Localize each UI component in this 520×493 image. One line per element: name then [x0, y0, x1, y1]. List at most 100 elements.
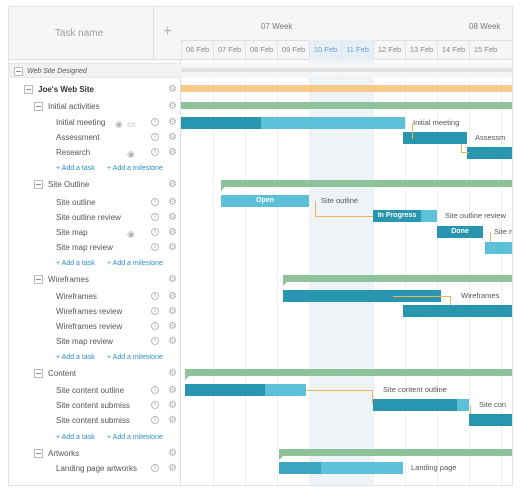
collapse-toggle-icon[interactable] — [34, 102, 43, 111]
grid-row-initial-meeting[interactable]: Initial meeting ◉ ▭ i ⚙ — [9, 115, 181, 130]
grid-row-landing-page-artworks[interactable]: Landing page artworks i ⚙ — [9, 461, 181, 476]
gear-icon[interactable]: ⚙ — [168, 197, 177, 208]
task-bar-initial-meeting[interactable] — [181, 117, 405, 129]
add-milestone-link[interactable]: + Add a milestone — [107, 161, 163, 176]
collapse-toggle-icon[interactable] — [34, 369, 43, 378]
gear-icon[interactable]: ⚙ — [168, 101, 177, 112]
grid-row-assessment[interactable]: Assessment i ⚙ — [9, 130, 181, 145]
gear-icon[interactable]: ⚙ — [168, 227, 177, 238]
info-icon[interactable]: i — [151, 322, 159, 330]
grid-row-site-map-review-2[interactable]: Site map review i ⚙ — [9, 334, 181, 349]
gear-icon[interactable]: ⚙ — [168, 84, 177, 95]
info-icon[interactable]: i — [151, 243, 159, 251]
info-icon[interactable]: i — [151, 118, 159, 126]
info-icon[interactable]: i — [151, 386, 159, 394]
info-icon[interactable]: i — [151, 416, 159, 424]
gear-icon[interactable]: ⚙ — [168, 385, 177, 396]
row-label: Site content outline — [56, 386, 125, 395]
grid-row-site-content-outline[interactable]: Site content outline i ⚙ — [9, 383, 181, 398]
gear-icon[interactable]: ⚙ — [168, 306, 177, 317]
timeline-header: 07 Week 08 Week 06 Feb 07 Feb 08 Feb 09 … — [181, 7, 512, 60]
gear-icon[interactable]: ⚙ — [168, 321, 177, 332]
task-bar-site-outline[interactable]: Open — [221, 195, 309, 207]
grid-row-site-outline-group[interactable]: Site Outline ⚙ — [9, 177, 181, 192]
row-label: Site content submiss — [56, 416, 130, 425]
add-milestone-link[interactable]: + Add a milestone — [107, 430, 163, 445]
grid-row-initial-activities[interactable]: Initial activities ⚙ — [9, 99, 181, 114]
gear-icon[interactable]: ⚙ — [168, 132, 177, 143]
gear-icon[interactable]: ⚙ — [168, 147, 177, 158]
info-icon[interactable]: i — [151, 464, 159, 472]
info-icon[interactable]: i — [151, 228, 159, 236]
task-bar-site-content-submission[interactable] — [373, 399, 469, 411]
grid-row-wireframes-review-2[interactable]: Wireframes review i ⚙ — [9, 319, 181, 334]
grid-row-wireframes-group[interactable]: Wireframes ⚙ — [9, 272, 181, 287]
info-icon[interactable]: i — [151, 213, 159, 221]
collapse-toggle-icon[interactable] — [34, 275, 43, 284]
task-name-header[interactable]: Task name — [9, 7, 149, 60]
add-task-link[interactable]: + Add a task — [56, 430, 95, 445]
add-milestone-link[interactable]: + Add a milestone — [107, 350, 163, 365]
task-bar-site-content-submission-2[interactable] — [469, 414, 512, 426]
gear-icon[interactable]: ⚙ — [168, 274, 177, 285]
info-icon[interactable]: i — [151, 337, 159, 345]
collapse-toggle-icon[interactable] — [24, 85, 33, 94]
day-label: 08 Feb — [245, 40, 277, 60]
gear-icon[interactable]: ⚙ — [168, 336, 177, 347]
collapse-toggle-icon[interactable] — [14, 67, 23, 76]
grid-row-site-content-submission[interactable]: Site content submiss i ⚙ — [9, 398, 181, 413]
add-task-link[interactable]: + Add a task — [56, 161, 95, 176]
add-task-plus-icon[interactable]: + — [153, 7, 181, 60]
grid-row-wireframes-review[interactable]: Wireframes review i ⚙ — [9, 304, 181, 319]
gear-icon[interactable]: ⚙ — [168, 415, 177, 426]
task-bar-research[interactable] — [467, 147, 512, 159]
task-bar-wireframes-review[interactable] — [403, 305, 512, 317]
grid-row-site-outline-review[interactable]: Site outline review i ⚙ — [9, 210, 181, 225]
grid-row-site-map[interactable]: Site map ◉ i ⚙ — [9, 225, 181, 240]
info-icon[interactable]: i — [151, 198, 159, 206]
task-bar-site-content-outline[interactable] — [185, 384, 306, 396]
info-icon[interactable]: i — [151, 401, 159, 409]
summary-bar-initial-activities[interactable] — [181, 102, 512, 109]
grid-row-site-map-review[interactable]: Site map review i ⚙ — [9, 240, 181, 255]
info-icon[interactable]: i — [151, 307, 159, 315]
grid-row-site-content-submission-2[interactable]: Site content submiss i ⚙ — [9, 413, 181, 428]
summary-bar-site-outline[interactable] — [221, 180, 512, 187]
grid-row-research[interactable]: Research ◉ i ⚙ — [9, 145, 181, 160]
add-task-link[interactable]: + Add a task — [56, 350, 95, 365]
gear-icon[interactable]: ⚙ — [168, 463, 177, 474]
grid-row-web-site-designed[interactable]: Web Site Designed — [9, 63, 181, 78]
summary-bar-content[interactable] — [185, 369, 512, 376]
gear-icon[interactable]: ⚙ — [168, 117, 177, 128]
grid-row-artworks-group[interactable]: Artworks ⚙ — [9, 446, 181, 461]
gear-icon[interactable]: ⚙ — [168, 448, 177, 459]
collapse-toggle-icon[interactable] — [34, 449, 43, 458]
week-label: 08 Week — [469, 22, 501, 31]
gear-icon[interactable]: ⚙ — [168, 291, 177, 302]
summary-start-marker — [221, 185, 227, 191]
project-bar-joes-web-site[interactable] — [181, 85, 512, 92]
grid-row-wireframes[interactable]: Wireframes i ⚙ — [9, 289, 181, 304]
gear-icon[interactable]: ⚙ — [168, 400, 177, 411]
info-icon[interactable]: i — [151, 292, 159, 300]
web-site-designed-bar[interactable] — [181, 68, 512, 72]
summary-bar-artworks[interactable] — [279, 449, 512, 456]
add-task-link[interactable]: + Add a task — [56, 256, 95, 271]
gear-icon[interactable]: ⚙ — [168, 368, 177, 379]
eye-icon[interactable]: ◉ — [127, 147, 135, 162]
task-bar-site-map-review[interactable] — [485, 242, 512, 254]
gear-icon[interactable]: ⚙ — [168, 179, 177, 190]
task-bar-landing-page[interactable] — [279, 462, 403, 474]
collapse-toggle-icon[interactable] — [34, 180, 43, 189]
task-bar-site-map[interactable]: Done — [437, 226, 483, 238]
grid-row-site-outline[interactable]: Site outline i ⚙ — [9, 195, 181, 210]
add-milestone-link[interactable]: + Add a milestone — [107, 256, 163, 271]
summary-bar-wireframes[interactable] — [283, 275, 512, 282]
grid-row-joes-web-site[interactable]: Joe's Web Site ⚙ — [9, 82, 181, 97]
info-icon[interactable]: i — [151, 133, 159, 141]
gear-icon[interactable]: ⚙ — [168, 242, 177, 253]
grid-row-content-group[interactable]: Content ⚙ — [9, 366, 181, 381]
task-bar-site-outline-review[interactable]: In Progress — [373, 210, 437, 222]
gear-icon[interactable]: ⚙ — [168, 212, 177, 223]
info-icon[interactable]: i — [151, 148, 159, 156]
